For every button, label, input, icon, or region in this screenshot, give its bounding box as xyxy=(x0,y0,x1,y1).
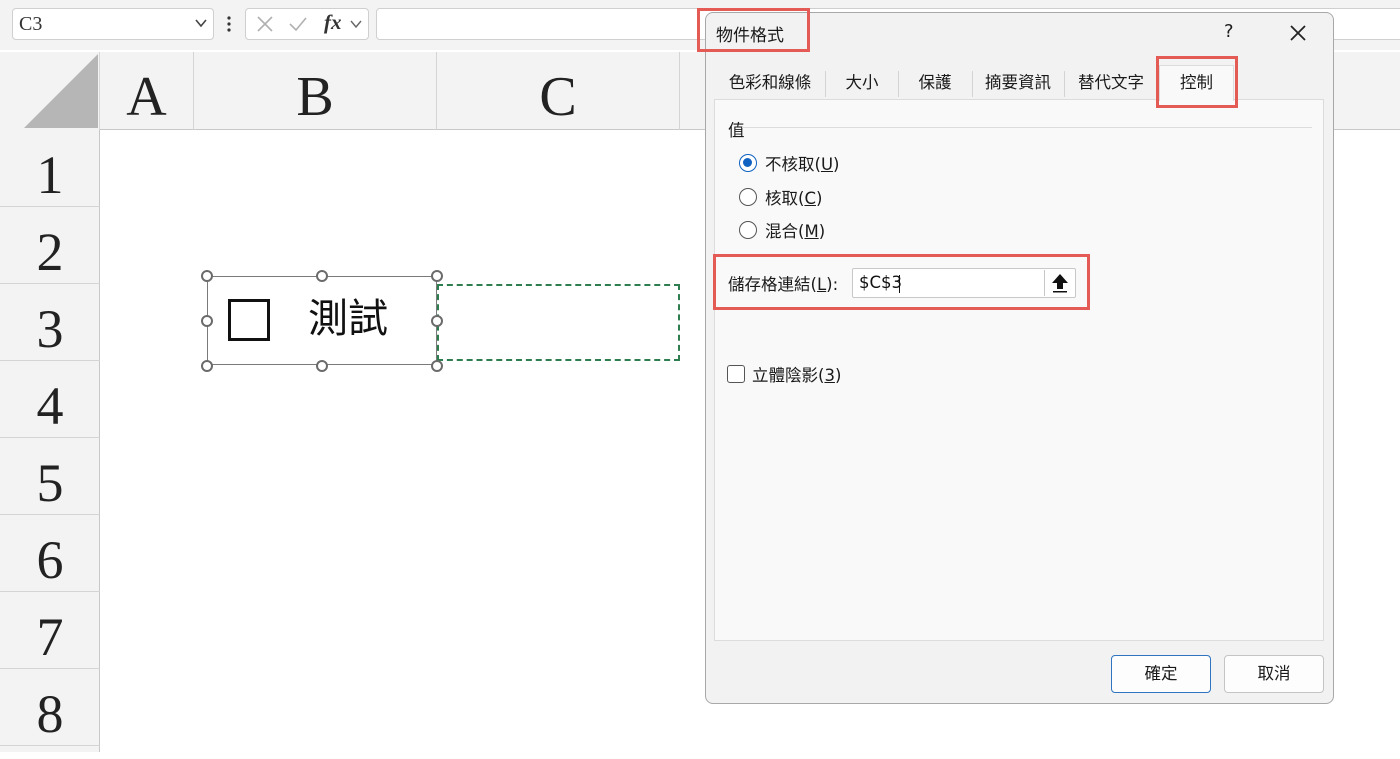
row-header-7[interactable]: 7 xyxy=(0,592,100,669)
ok-button[interactable]: 確定 xyxy=(1111,655,1211,693)
select-all-triangle-icon xyxy=(24,54,98,128)
cancel-button[interactable]: 取消 xyxy=(1224,655,1324,693)
row-header-2[interactable]: 2 xyxy=(0,207,100,284)
resize-handle-right[interactable] xyxy=(431,315,443,327)
chevron-down-icon[interactable] xyxy=(350,19,362,29)
row-header-8[interactable]: 8 xyxy=(0,669,100,746)
highlight-cell-link xyxy=(713,254,1090,310)
checkbox-form-control[interactable]: 測試 xyxy=(207,276,437,365)
row-header-6[interactable]: 6 xyxy=(0,515,100,592)
tab-protection[interactable]: 保護 xyxy=(901,67,969,99)
value-group-label: 值 xyxy=(728,121,745,140)
resize-handle-bottom[interactable] xyxy=(316,360,328,372)
tab-divider xyxy=(972,71,973,97)
tab-divider xyxy=(1064,71,1065,97)
resize-handle-top-right[interactable] xyxy=(431,270,443,282)
insert-function-button[interactable]: fx xyxy=(324,10,342,35)
resize-handle-bottom-left[interactable] xyxy=(201,360,213,372)
row-header-1[interactable]: 1 xyxy=(0,130,100,207)
tab-divider xyxy=(825,71,826,97)
column-header-a[interactable]: A xyxy=(100,52,194,130)
row-header-4[interactable]: 4 xyxy=(0,361,100,438)
radio-mixed-option[interactable] xyxy=(739,221,757,239)
column-header-b[interactable]: B xyxy=(194,52,437,130)
enter-check-icon[interactable] xyxy=(288,15,308,33)
tab-size[interactable]: 大小 xyxy=(828,67,896,99)
highlight-control-tab xyxy=(1156,56,1238,108)
help-button[interactable]: ? xyxy=(1224,21,1234,42)
resize-handle-bottom-right[interactable] xyxy=(431,360,443,372)
resize-handle-top-left[interactable] xyxy=(201,270,213,282)
radio-unchecked-label[interactable]: 不核取(U) xyxy=(765,151,839,175)
more-options-icon[interactable] xyxy=(226,14,232,34)
checkbox-box[interactable] xyxy=(228,299,270,341)
resize-handle-top[interactable] xyxy=(316,270,328,282)
checkbox-control-label: 測試 xyxy=(308,296,388,342)
close-icon[interactable] xyxy=(1288,23,1308,43)
tab-alt-text[interactable]: 替代文字 xyxy=(1067,67,1155,99)
column-header-c[interactable]: C xyxy=(437,52,680,130)
group-divider xyxy=(742,127,1312,128)
chevron-down-icon[interactable] xyxy=(195,17,207,29)
tab-colors-lines[interactable]: 色彩和線條 xyxy=(718,67,822,99)
3d-shading-label[interactable]: 立體陰影(3) xyxy=(752,362,841,386)
name-box-value: C3 xyxy=(19,13,43,35)
formula-actions: fx xyxy=(245,8,369,40)
3d-shading-checkbox[interactable] xyxy=(727,365,745,383)
resize-handle-left[interactable] xyxy=(201,315,213,327)
radio-checked-label[interactable]: 核取(C) xyxy=(765,185,822,209)
name-box[interactable]: C3 xyxy=(12,8,214,40)
tab-divider xyxy=(898,71,899,97)
radio-checked-option[interactable] xyxy=(739,188,757,206)
row-headers: 1 2 3 4 5 6 7 8 xyxy=(0,130,100,752)
format-object-dialog: 物件格式 ? 色彩和線條 大小 保護 摘要資訊 替代文字 控制 值 不核取(U)… xyxy=(705,12,1334,704)
radio-unchecked-option[interactable] xyxy=(739,154,757,172)
linked-cell-c3[interactable] xyxy=(437,284,680,361)
row-header-5[interactable]: 5 xyxy=(0,438,100,515)
radio-mixed-label[interactable]: 混合(M) xyxy=(765,218,825,242)
highlight-dialog-title xyxy=(697,8,810,52)
row-header-3[interactable]: 3 xyxy=(0,284,100,361)
select-all-corner[interactable] xyxy=(0,52,100,130)
tab-properties[interactable]: 摘要資訊 xyxy=(975,67,1061,99)
cancel-icon[interactable] xyxy=(256,15,274,33)
